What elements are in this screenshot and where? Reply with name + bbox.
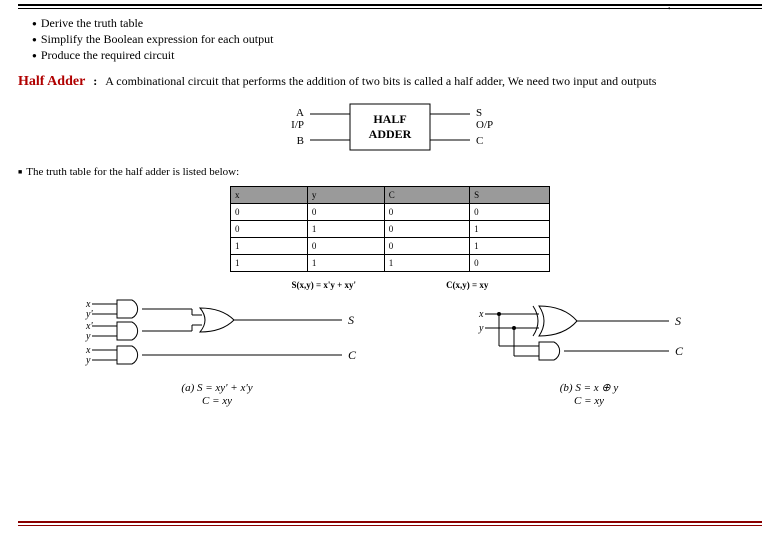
list-item: Produce the required circuit — [32, 47, 762, 63]
circuit-b: x y S C (b) S = x ⊕ y C = xy — [459, 296, 719, 416]
block-ip-label: I/P — [291, 119, 304, 131]
svg-text:y: y — [85, 331, 91, 342]
table-row: 0101 — [231, 220, 550, 237]
block-label-bot: ADDER — [369, 127, 412, 141]
list-item: Derive the truth table — [32, 15, 762, 31]
table-row: 1110 — [231, 254, 550, 271]
half-adder-heading-row: Half Adder : A combinational circuit tha… — [18, 74, 762, 90]
carry-equation: C(x,y) = xy — [446, 280, 488, 290]
table-row: 0000 — [231, 203, 550, 220]
half-adder-title: Half Adder — [18, 74, 85, 90]
block-op-label: O/P — [476, 119, 493, 131]
block-in-a: A — [296, 107, 304, 119]
output-s-label: S — [675, 314, 681, 328]
output-c-label: C — [348, 348, 357, 362]
table-row: 1001 — [231, 237, 550, 254]
block-out-s: S — [476, 107, 482, 119]
truth-table-wrap: x y C S 0000 0101 1001 1110 — [18, 186, 762, 272]
table-header-row: x y C S — [231, 186, 550, 203]
sum-equation: S(x,y) = x'y + xy' — [292, 280, 357, 290]
page-marker: ' — [668, 6, 670, 17]
circuit-diagrams: x y' x' y S x y C (a) S = xy' + x'y C = … — [18, 296, 762, 416]
caption-b-line1: (b) S = x ⊕ y — [559, 382, 618, 394]
block-diagram: A I/P B HALF ADDER S O/P C — [18, 98, 762, 156]
top-border — [18, 4, 762, 9]
truth-table: x y C S 0000 0101 1001 1110 — [230, 186, 550, 272]
col-s: S — [470, 186, 550, 203]
col-x: x — [231, 186, 308, 203]
boolean-equations: S(x,y) = x'y + xy' C(x,y) = xy — [18, 280, 762, 290]
block-out-c: C — [476, 135, 483, 147]
circuit-a: x y' x' y S x y C (a) S = xy' + x'y C = … — [62, 296, 372, 416]
svg-text:y: y — [478, 323, 484, 334]
caption-a-line1: (a) S = xy' + x'y — [181, 382, 252, 394]
caption-a-line2: C = xy — [201, 395, 231, 407]
list-item: Simplify the Boolean expression for each… — [32, 31, 762, 47]
caption-b-line2: C = xy — [573, 395, 603, 407]
svg-text:y: y — [85, 355, 91, 366]
colon: : — [93, 74, 97, 89]
col-c: C — [384, 186, 469, 203]
svg-text:x: x — [478, 309, 484, 320]
block-in-b: B — [297, 135, 304, 147]
half-adder-description: A combinational circuit that performs th… — [105, 74, 656, 89]
block-label-top: HALF — [373, 112, 406, 126]
output-s-label: S — [348, 313, 354, 327]
output-c-label: C — [675, 344, 684, 358]
footer-border — [18, 521, 762, 526]
truth-table-intro: The truth table for the half adder is li… — [18, 166, 762, 178]
col-y: y — [307, 186, 384, 203]
bullet-list: Derive the truth table Simplify the Bool… — [32, 15, 762, 64]
